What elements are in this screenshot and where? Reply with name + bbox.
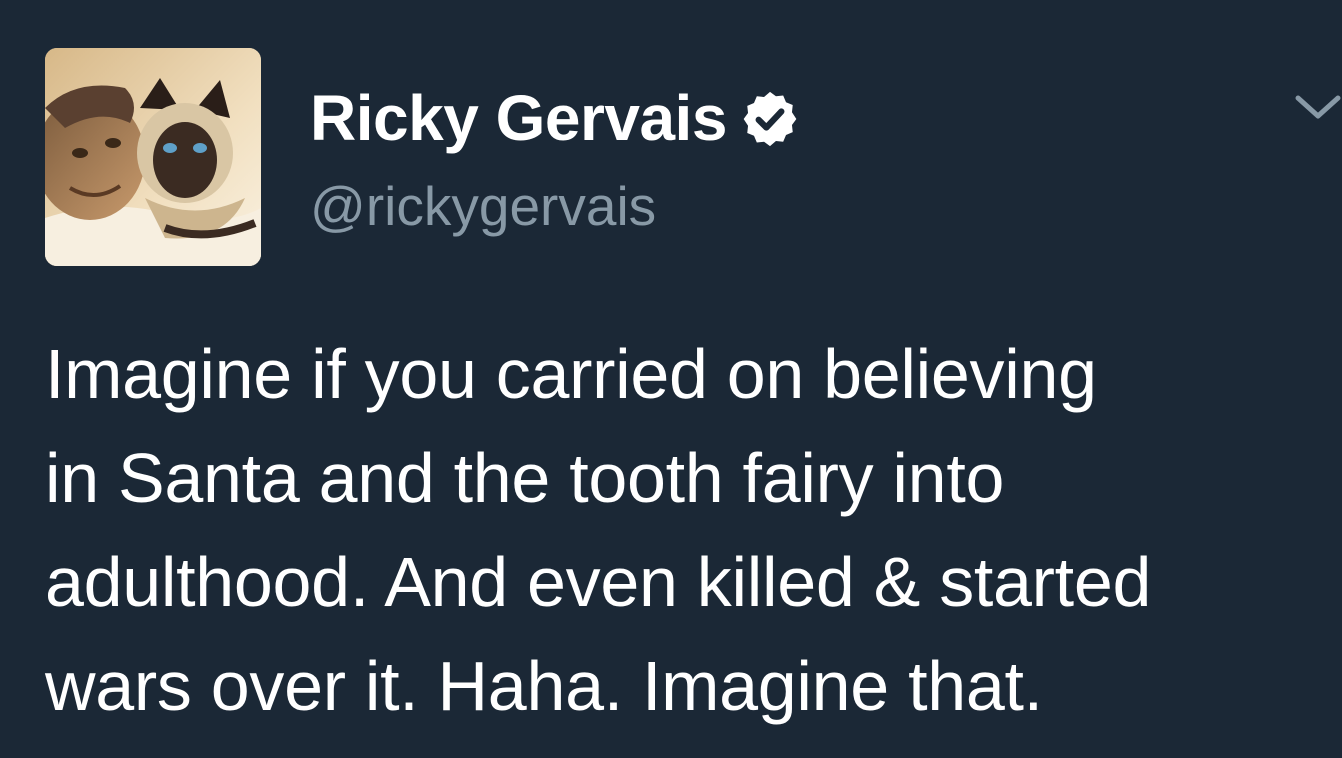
tweet-text-line: adulthood. And even killed & started [45,543,1152,621]
verified-badge-icon [743,91,797,147]
tweet-text-line: wars over it. Haha. Imagine that. [45,647,1043,725]
author-handle[interactable]: @rickygervais [310,176,656,237]
tweet-card: Ricky Gervais @rickygervais Imagine if y… [0,0,1342,758]
tweet-text-line: in Santa and the tooth fairy into [45,439,1005,517]
tweet-menu-button[interactable] [1294,88,1342,126]
author-avatar[interactable] [45,48,261,266]
tweet-text: Imagine if you carried on believing in S… [45,322,1325,738]
author-display-name[interactable]: Ricky Gervais [310,86,727,150]
chevron-down-icon [1295,95,1341,119]
author-name-row: Ricky Gervais [310,78,801,158]
tweet-text-line: Imagine if you carried on believing [45,335,1097,413]
profile-photo-icon [45,48,261,266]
